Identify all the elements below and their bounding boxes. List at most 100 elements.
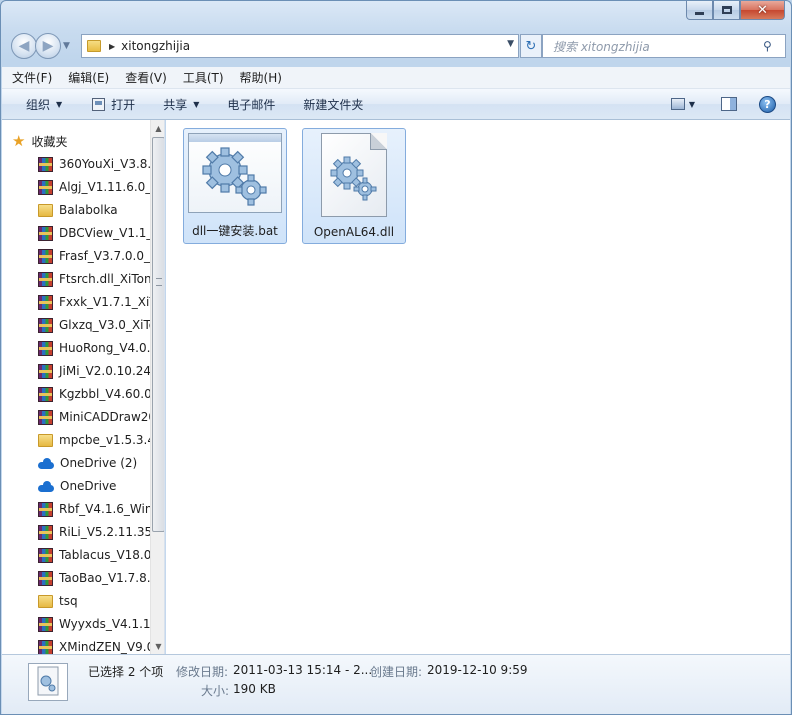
nav-item[interactable]: Tablacus_V18.0 <box>38 545 150 565</box>
folder-icon <box>87 40 101 52</box>
close-button[interactable]: ✕ <box>740 1 785 20</box>
new-folder-label: 新建文件夹 <box>303 97 364 112</box>
gears-icon <box>37 666 59 696</box>
menu-help[interactable]: 帮助(H) <box>230 69 288 86</box>
nav-item[interactable]: Balabolka <box>38 200 150 220</box>
nav-item[interactable]: Kgzbbl_V4.60.0 <box>38 384 150 404</box>
size-value: 190 KB <box>233 682 276 696</box>
explorer-window: ✕ ◀ ▶ ▼ ▶ xitongzhijia ▼ ↻ 搜索 xitongzhij… <box>0 0 792 715</box>
preview-pane-icon[interactable] <box>721 97 737 111</box>
archive-icon <box>38 386 53 402</box>
menu-bar: 文件(F) 编辑(E) 查看(V) 工具(T) 帮助(H) <box>2 67 790 89</box>
gears-icon <box>202 147 267 206</box>
selection-thumbnail <box>28 663 68 701</box>
created-label: 创建日期: <box>370 665 423 679</box>
new-folder-button[interactable]: 新建文件夹 <box>285 89 373 119</box>
file-tile-dll[interactable]: OpenAL64.dll <box>302 128 406 244</box>
nav-item[interactable]: Frasf_V3.7.0.0_X <box>38 246 150 266</box>
nav-item-label: DBCView_V1.1_X <box>59 226 150 240</box>
archive-icon <box>38 317 53 333</box>
nav-item[interactable]: tsq <box>38 591 150 611</box>
share-button[interactable]: 共享 ▼ <box>145 89 209 119</box>
change-view-icon[interactable] <box>670 98 685 110</box>
menu-view[interactable]: 查看(V) <box>115 69 173 86</box>
address-bar[interactable]: ▶ xitongzhijia ▼ <box>81 34 519 58</box>
selection-count: 已选择 2 个项 <box>88 665 164 679</box>
file-name: dll一键安装.bat <box>192 224 278 238</box>
file-list[interactable]: dll一键安装.bat OpenAL64.dll <box>166 120 790 654</box>
breadcrumb-chevron-icon[interactable]: ▶ <box>109 42 115 51</box>
nav-item[interactable]: Wyyxds_V4.1.1. <box>38 614 150 634</box>
refresh-button[interactable]: ↻ <box>520 34 542 58</box>
menu-tools[interactable]: 工具(T) <box>173 69 230 86</box>
search-input[interactable]: 搜索 xitongzhijia <box>543 38 763 55</box>
nav-item[interactable]: Rbf_V4.1.6_Win <box>38 499 150 519</box>
nav-item[interactable]: HuoRong_V4.0. <box>38 338 150 358</box>
archive-icon <box>38 156 53 172</box>
created-value: 2019-12-10 9:59 <box>427 663 528 677</box>
nav-item[interactable]: OneDrive (2) <box>38 453 150 473</box>
nav-item[interactable]: RiLi_V5.2.11.354 <box>38 522 150 542</box>
dll-file-thumbnail <box>321 133 387 217</box>
search-icon[interactable]: ⚲ <box>763 39 779 53</box>
nav-scrollbar[interactable]: ▲ ▼ <box>150 120 164 654</box>
address-row: ◀ ▶ ▼ ▶ xitongzhijia ▼ ↻ 搜索 xitongzhijia… <box>11 31 787 61</box>
nav-item-label: RiLi_V5.2.11.354 <box>59 525 150 539</box>
chevron-down-icon: ▼ <box>56 99 63 109</box>
scrollbar-thumb[interactable] <box>152 137 164 532</box>
nav-item-label: Fxxk_V1.7.1_XiT <box>59 295 150 309</box>
nav-item[interactable]: TaoBao_V1.7.8. <box>38 568 150 588</box>
nav-item[interactable]: Algj_V1.11.6.0_X <box>38 177 150 197</box>
email-button[interactable]: 电子邮件 <box>209 89 285 119</box>
breadcrumb-current[interactable]: xitongzhijia <box>121 39 190 53</box>
nav-item-label: HuoRong_V4.0. <box>59 341 150 355</box>
batch-file-thumbnail <box>188 133 282 213</box>
email-label: 电子邮件 <box>227 97 276 112</box>
help-icon[interactable]: ? <box>759 95 776 113</box>
chevron-down-icon: ▼ <box>193 99 200 109</box>
nav-item[interactable]: DBCView_V1.1_X <box>38 223 150 243</box>
nav-item-label: Wyyxds_V4.1.1. <box>59 617 150 631</box>
scroll-down-icon[interactable]: ▼ <box>151 638 164 654</box>
onedrive-icon <box>38 457 54 469</box>
nav-item[interactable]: mpcbe_v1.5.3.4 <box>38 430 150 450</box>
nav-item[interactable]: JiMi_V2.0.10.24_ <box>38 361 150 381</box>
scroll-up-icon[interactable]: ▲ <box>151 120 164 136</box>
command-bar: 组织 ▼ 打开 共享 ▼ 电子邮件 新建文件夹 ▼ ? <box>2 89 790 120</box>
menu-file[interactable]: 文件(F) <box>2 69 58 86</box>
nav-item-label: MiniCADDraw20 <box>59 410 150 424</box>
view-options-dropdown[interactable]: ▼ <box>689 100 695 109</box>
address-dropdown-icon[interactable]: ▼ <box>507 39 514 49</box>
nav-item[interactable]: Ftsrch.dll_XiTon <box>38 269 150 289</box>
nav-item[interactable]: Fxxk_V1.7.1_XiT <box>38 292 150 312</box>
nav-item-label: 360YouXi_V3.8.7 <box>59 157 150 171</box>
archive-icon <box>38 616 53 632</box>
minimize-button[interactable] <box>686 1 713 20</box>
nav-item[interactable]: MiniCADDraw20 <box>38 407 150 427</box>
nav-item[interactable]: OneDrive <box>38 476 150 496</box>
star-icon: ★ <box>12 131 26 150</box>
archive-icon <box>38 340 53 356</box>
menu-edit[interactable]: 编辑(E) <box>58 69 115 86</box>
nav-item[interactable]: 360YouXi_V3.8.7 <box>38 154 150 174</box>
search-box[interactable]: 搜索 xitongzhijia ⚲ <box>542 34 786 58</box>
favorites-label: 收藏夹 <box>31 134 68 149</box>
archive-icon <box>38 294 53 310</box>
archive-icon <box>38 547 53 563</box>
nav-item[interactable]: XMindZEN_V9.0 <box>38 637 150 654</box>
recent-pages-dropdown[interactable]: ▼ <box>63 41 75 51</box>
archive-icon <box>38 639 53 654</box>
back-button[interactable]: ◀ <box>11 33 37 59</box>
nav-item[interactable]: Glxzq_V3.0_XiTo <box>38 315 150 335</box>
organize-button[interactable]: 组织 ▼ <box>2 89 72 119</box>
file-tile-bat[interactable]: dll一键安装.bat <box>183 128 287 244</box>
nav-item-label: Glxzq_V3.0_XiTo <box>59 318 150 332</box>
share-label: 共享 <box>163 97 188 112</box>
forward-button[interactable]: ▶ <box>35 33 61 59</box>
nav-item-label: mpcbe_v1.5.3.4 <box>59 433 150 447</box>
favorites-node[interactable]: ★ 收藏夹 <box>12 132 67 150</box>
nav-item-label: Rbf_V4.1.6_Win <box>59 502 150 516</box>
open-button[interactable]: 打开 <box>72 89 145 119</box>
maximize-button[interactable] <box>713 1 740 20</box>
view-controls: ▼ ? <box>670 89 776 119</box>
